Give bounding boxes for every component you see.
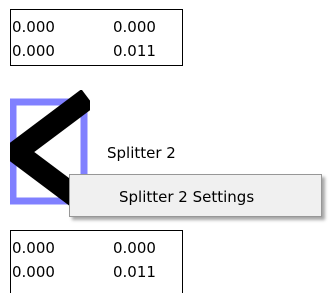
- bottom-value-r1-c2: 0.000: [113, 239, 156, 257]
- bottom-value-r2-c1: 0.000: [12, 263, 55, 281]
- menu-item-splitter-settings[interactable]: Splitter 2 Settings: [72, 177, 319, 214]
- top-value-r1-c2: 0.000: [113, 18, 156, 36]
- splitter-label: Splitter 2: [107, 144, 176, 162]
- bottom-value-r2-c2: 0.011: [113, 263, 156, 281]
- top-value-r2-c1: 0.000: [12, 42, 55, 60]
- context-menu: Splitter 2 Settings: [69, 174, 322, 217]
- bottom-value-r1-c1: 0.000: [12, 239, 55, 257]
- bottom-values-panel: 0.000 0.000 0.000 0.011: [10, 230, 183, 293]
- top-values-panel: 0.000 0.000 0.000 0.011: [10, 9, 183, 66]
- top-value-r1-c1: 0.000: [12, 18, 55, 36]
- menu-item-label: Splitter 2 Settings: [119, 188, 255, 206]
- top-value-r2-c2: 0.011: [113, 42, 156, 60]
